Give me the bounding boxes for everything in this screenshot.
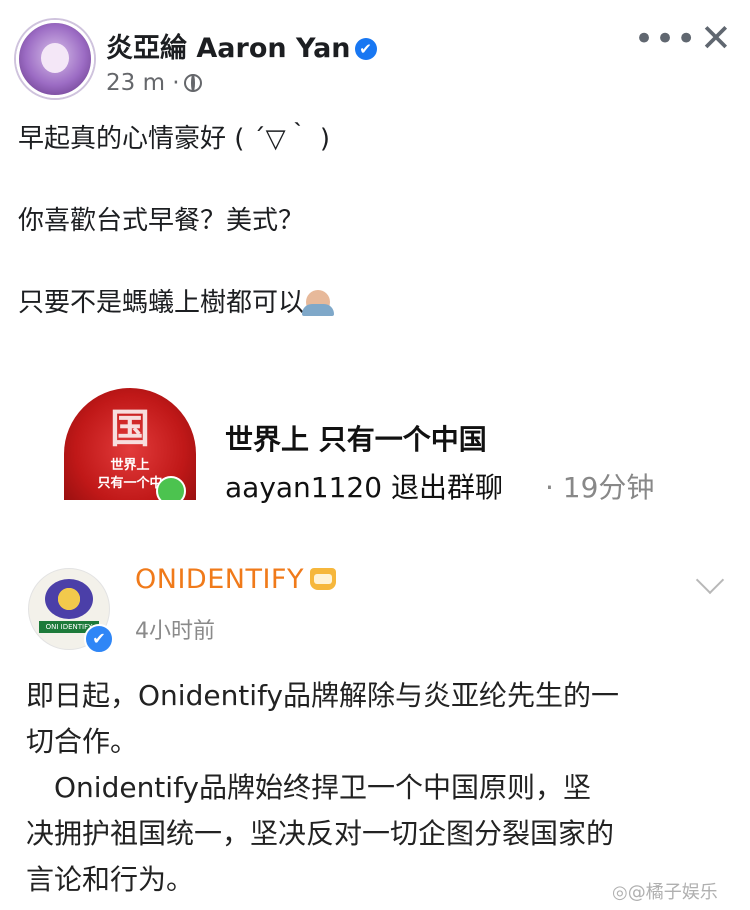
post-text-line-3-text: 只要不是螞蟻上樹都可以 (18, 288, 305, 318)
group-notice-text: aayan1120 退出群聊 (225, 471, 503, 504)
blue-verified-icon: ✔ (84, 624, 114, 654)
brand-name-text: ONIDENTIFY (135, 564, 304, 595)
post-text-line-1: 早起真的心情豪好 ( ´▽｀ ) (18, 124, 331, 154)
weibo-post-time: 4小时前 (135, 619, 215, 644)
author-name-text: 炎亞綸 Aaron Yan (106, 33, 351, 64)
weibo-text-line-5: 言论和行为。 (26, 863, 195, 896)
shrugging-person-emoji-icon (302, 290, 335, 316)
online-check-icon (156, 476, 186, 500)
group-title[interactable]: 世界上 只有一个中国 (225, 418, 487, 458)
weibo-text-line-4: 决拥护祖国统一，坚决反对一切企图分裂国家的 (26, 817, 615, 850)
post-text-line-2: 你喜歡台式早餐？美式？ (18, 206, 305, 236)
weibo-text-line-2: 切合作。 (26, 725, 139, 758)
post-time[interactable]: 23 m · (106, 70, 180, 96)
chevron-down-icon[interactable] (695, 565, 725, 595)
public-globe-icon (183, 74, 202, 92)
avatar-face (41, 43, 69, 73)
post-text-line-3: 只要不是螞蟻上樹都可以 (18, 282, 335, 319)
watermark: ◎@橘子娱乐 (612, 882, 718, 903)
brand-logo-icon (45, 579, 93, 619)
group-avatar[interactable]: 国 世界上 只有一个中 (64, 388, 196, 500)
verified-badge-icon: ✔ (354, 38, 377, 60)
brand-name[interactable]: ONIDENTIFY (135, 564, 336, 595)
weibo-text-line-1: 即日起，Onidentify品牌解除与炎亚纶先生的一 (26, 679, 620, 712)
weibo-text-line-3: Onidentify品牌始终捍卫一个中国原则，坚 (26, 771, 592, 804)
close-button[interactable]: ✕ (700, 18, 732, 58)
avatar-glyph: 国 (110, 405, 150, 452)
more-options-button[interactable]: ••• (634, 22, 697, 56)
avatar-text-line-1: 世界上 (110, 458, 150, 473)
group-notice-time: · 19分钟 (545, 471, 655, 504)
vip-crown-icon (309, 568, 336, 590)
author-name[interactable]: 炎亞綸 Aaron Yan ✔ (106, 26, 377, 65)
author-avatar[interactable] (16, 20, 94, 98)
post-meta: 23 m · (106, 70, 202, 96)
